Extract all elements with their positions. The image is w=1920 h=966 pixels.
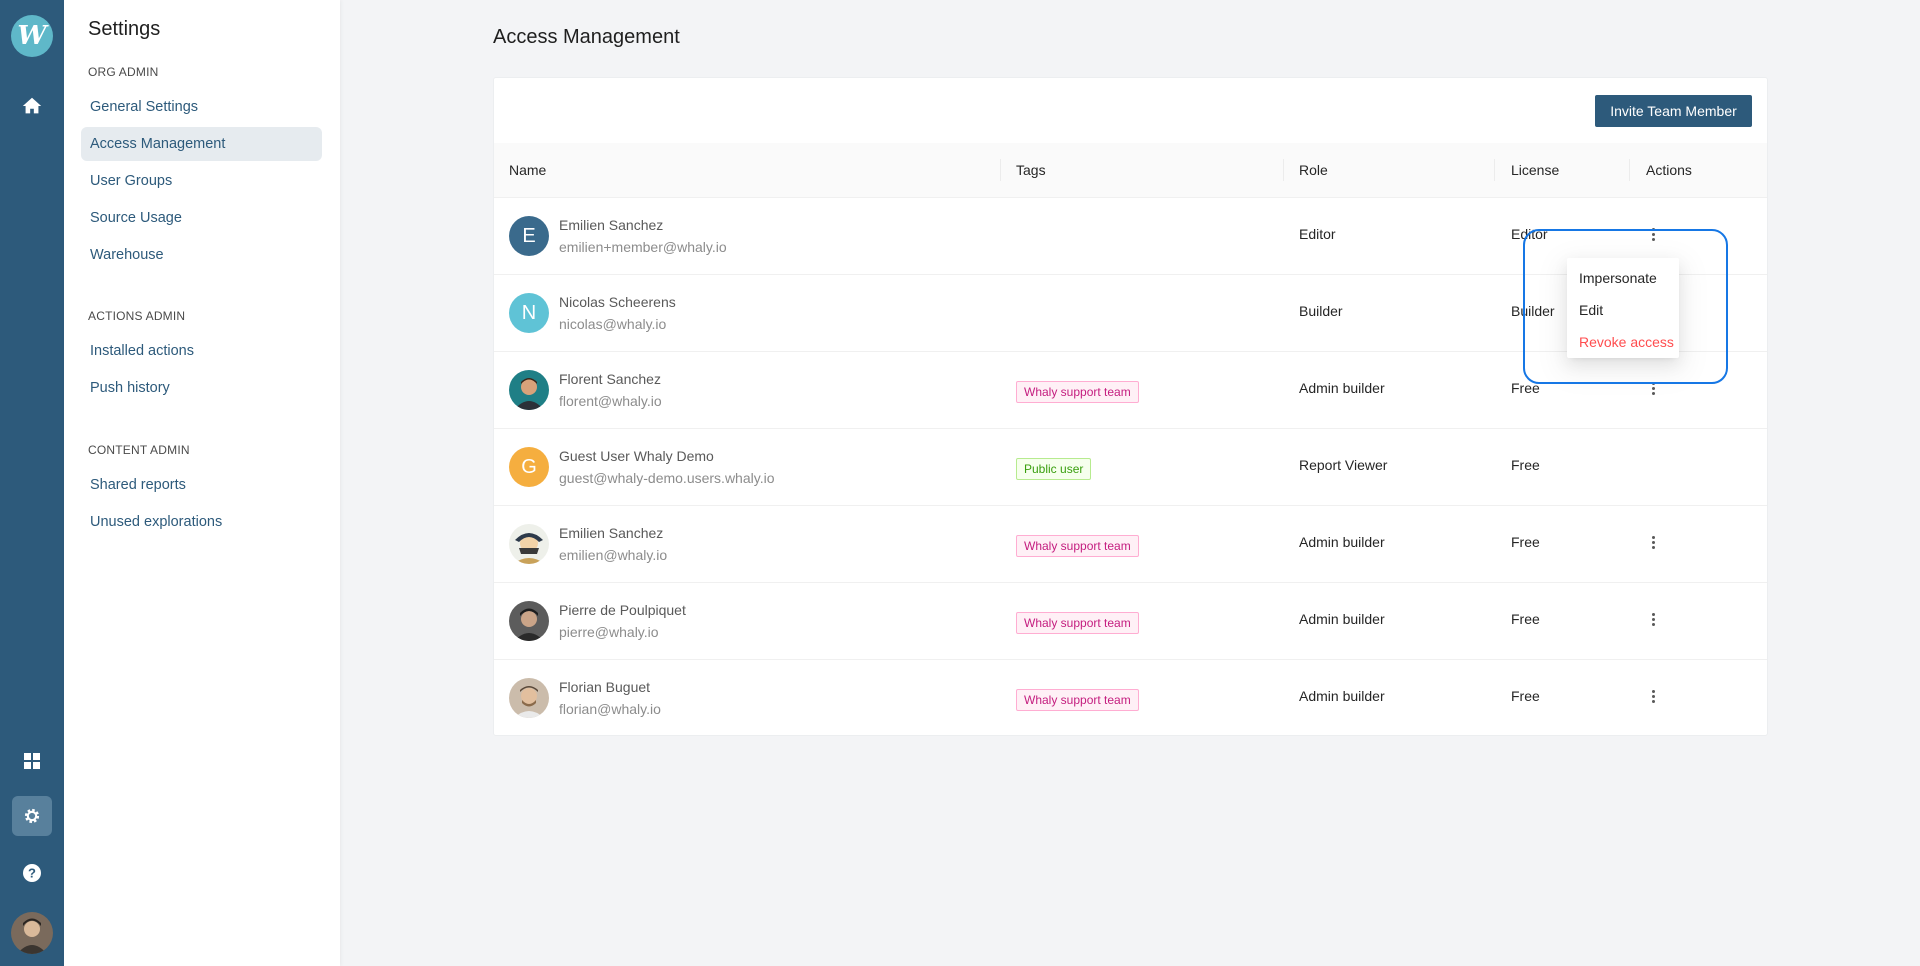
row-actions-dropdown: Impersonate Edit Revoke access xyxy=(1567,258,1679,358)
invite-team-member-button[interactable]: Invite Team Member xyxy=(1595,95,1752,127)
menu-item-edit[interactable]: Edit xyxy=(1567,294,1679,326)
sidebar-item-installed-actions[interactable]: Installed actions xyxy=(81,334,322,368)
sidebar-item-unused-explorations[interactable]: Unused explorations xyxy=(81,505,322,539)
table-row: Florian Buguet florian@whaly.io Whaly su… xyxy=(494,660,1767,737)
section-content-admin: CONTENT ADMIN xyxy=(88,443,190,457)
sidebar-item-access-management[interactable]: Access Management xyxy=(81,127,322,161)
sidebar-item-push-history[interactable]: Push history xyxy=(81,371,322,405)
user-name: Emilien Sanchez xyxy=(559,217,664,233)
column-header-role[interactable]: Role xyxy=(1299,143,1328,198)
user-role: Admin builder xyxy=(1299,534,1385,550)
user-license: Free xyxy=(1511,534,1540,550)
tag-badge: Whaly support team xyxy=(1016,689,1139,711)
more-actions-icon[interactable] xyxy=(1646,532,1660,552)
user-role: Admin builder xyxy=(1299,611,1385,627)
sidebar-item-warehouse[interactable]: Warehouse xyxy=(81,238,322,272)
user-role: Admin builder xyxy=(1299,688,1385,704)
tag-badge: Whaly support team xyxy=(1016,381,1139,403)
user-name: Guest User Whaly Demo xyxy=(559,448,714,464)
more-actions-icon[interactable] xyxy=(1646,686,1660,706)
tag-badge: Whaly support team xyxy=(1016,535,1139,557)
column-header-name[interactable]: Name xyxy=(509,143,546,198)
user-name: Emilien Sanchez xyxy=(559,525,664,541)
user-email: emilien+member@whaly.io xyxy=(559,239,727,255)
table-header: Name Tags Role License Actions xyxy=(494,143,1767,198)
user-email: guest@whaly-demo.users.whaly.io xyxy=(559,470,775,486)
user-license: Builder xyxy=(1511,303,1555,319)
avatar xyxy=(509,601,549,641)
user-role: Editor xyxy=(1299,226,1336,242)
user-license: Free xyxy=(1511,380,1540,396)
avatar xyxy=(509,678,549,718)
column-divider xyxy=(1494,159,1495,181)
section-org-admin: ORG ADMIN xyxy=(88,65,159,79)
user-email: pierre@whaly.io xyxy=(559,624,659,640)
user-license: Editor xyxy=(1511,226,1548,242)
sidebar-item-user-groups[interactable]: User Groups xyxy=(81,164,322,198)
more-actions-icon[interactable] xyxy=(1646,609,1660,629)
grid-icon[interactable] xyxy=(12,741,52,781)
page-title: Access Management xyxy=(493,26,680,48)
table-row: Pierre de Poulpiquet pierre@whaly.io Wha… xyxy=(494,583,1767,660)
menu-item-impersonate[interactable]: Impersonate xyxy=(1567,262,1679,294)
sidebar-item-source-usage[interactable]: Source Usage xyxy=(81,201,322,235)
user-name: Florian Buguet xyxy=(559,679,651,695)
user-role: Admin builder xyxy=(1299,380,1385,396)
column-divider xyxy=(1629,159,1630,181)
user-license: Free xyxy=(1511,457,1540,473)
user-email: emilien@whaly.io xyxy=(559,547,668,563)
user-avatar[interactable] xyxy=(11,912,53,954)
column-divider xyxy=(1000,159,1001,181)
tag-badge: Public user xyxy=(1016,458,1092,480)
table-row: Florent Sanchez florent@whaly.io Whaly s… xyxy=(494,352,1767,429)
sidebar-item-general-settings[interactable]: General Settings xyxy=(81,90,322,124)
sidebar-title: Settings xyxy=(88,18,161,40)
app-rail: W ? xyxy=(0,0,64,966)
user-name: Pierre de Poulpiquet xyxy=(559,602,686,618)
user-role: Report Viewer xyxy=(1299,457,1388,473)
members-card: Invite Team Member Name Tags Role Licens… xyxy=(493,77,1768,736)
column-header-actions[interactable]: Actions xyxy=(1646,143,1692,198)
column-header-tags[interactable]: Tags xyxy=(1016,143,1046,198)
help-icon[interactable]: ? xyxy=(12,853,52,893)
menu-item-revoke-access[interactable]: Revoke access xyxy=(1567,326,1679,358)
svg-text:?: ? xyxy=(28,866,36,881)
whaly-logo[interactable]: W xyxy=(11,15,53,57)
column-header-license[interactable]: License xyxy=(1511,143,1559,198)
more-actions-icon[interactable] xyxy=(1646,378,1660,398)
home-icon[interactable] xyxy=(12,86,52,126)
settings-sidebar: Settings ORG ADMIN General Settings Acce… xyxy=(64,0,340,966)
more-actions-icon[interactable] xyxy=(1646,224,1660,244)
table-row: G Guest User Whaly Demo guest@whaly-demo… xyxy=(494,429,1767,506)
table-row: Emilien Sanchez emilien@whaly.io Whaly s… xyxy=(494,506,1767,583)
tag-badge: Whaly support team xyxy=(1016,612,1139,634)
avatar xyxy=(509,370,549,410)
avatar xyxy=(509,524,549,564)
column-divider xyxy=(1283,159,1284,181)
user-role: Builder xyxy=(1299,303,1343,319)
user-license: Free xyxy=(1511,611,1540,627)
sidebar-item-shared-reports[interactable]: Shared reports xyxy=(81,468,322,502)
user-name: Nicolas Scheerens xyxy=(559,294,676,310)
user-email: florent@whaly.io xyxy=(559,393,662,409)
user-name: Florent Sanchez xyxy=(559,371,661,387)
user-license: Free xyxy=(1511,688,1540,704)
gear-icon[interactable] xyxy=(12,796,52,836)
user-email: nicolas@whaly.io xyxy=(559,316,667,332)
section-actions-admin: ACTIONS ADMIN xyxy=(88,309,186,323)
avatar: E xyxy=(509,216,549,256)
user-email: florian@whaly.io xyxy=(559,701,661,717)
avatar: G xyxy=(509,447,549,487)
avatar: N xyxy=(509,293,549,333)
